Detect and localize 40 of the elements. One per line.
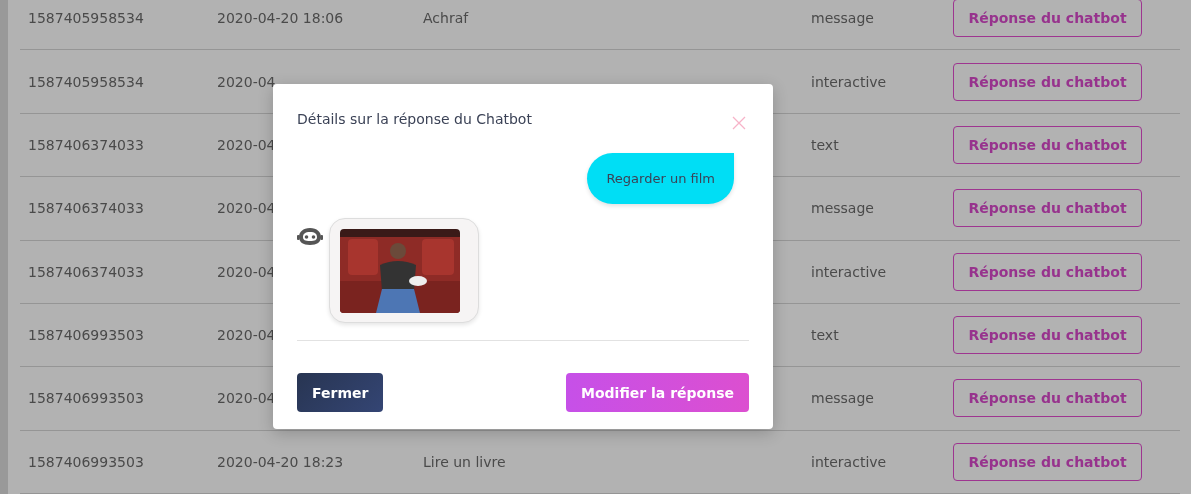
type-cell: interactive bbox=[811, 263, 887, 280]
close-icon[interactable] bbox=[732, 116, 746, 130]
chatbot-response-button[interactable]: Réponse du chatbot bbox=[953, 189, 1142, 228]
text-cell: Achraf bbox=[423, 10, 469, 27]
date-cell: 2020-04-20 18:06 bbox=[217, 10, 344, 27]
id-cell: 1587406993503 bbox=[28, 327, 144, 344]
chatbot-response-button[interactable]: Réponse du chatbot bbox=[953, 252, 1142, 291]
date-cell: 2020-04 bbox=[217, 327, 276, 344]
id-cell: 1587406374033 bbox=[28, 200, 144, 217]
type-cell: message bbox=[811, 390, 874, 407]
chatbot-response-button[interactable]: Réponse du chatbot bbox=[953, 62, 1142, 101]
robot-icon bbox=[297, 226, 323, 248]
date-cell: 2020-04 bbox=[217, 73, 276, 90]
user-message: Regarder un film bbox=[587, 153, 734, 204]
date-cell: 2020-04 bbox=[217, 200, 276, 217]
close-button[interactable]: Fermer bbox=[297, 373, 384, 412]
type-cell: message bbox=[811, 10, 874, 27]
modal-title: Détails sur la réponse du Chatbot bbox=[297, 111, 532, 127]
type-cell: text bbox=[811, 136, 839, 153]
type-cell: interactive bbox=[811, 73, 887, 90]
chatbot-response-button[interactable]: Réponse du chatbot bbox=[953, 125, 1142, 164]
chatbot-response-button[interactable]: Réponse du chatbot bbox=[953, 442, 1142, 481]
id-cell: 1587406993503 bbox=[28, 453, 144, 470]
id-cell: 1587406993503 bbox=[28, 390, 144, 407]
id-cell: 1587406374033 bbox=[28, 263, 144, 280]
chatbot-response-button[interactable]: Réponse du chatbot bbox=[953, 0, 1142, 38]
date-cell: 2020-04-20 18:23 bbox=[217, 453, 344, 470]
id-cell: 1587406374033 bbox=[28, 136, 144, 153]
chatbot-response-button[interactable]: Réponse du chatbot bbox=[953, 316, 1142, 355]
date-cell: 2020-04 bbox=[217, 263, 276, 280]
type-cell: interactive bbox=[811, 453, 887, 470]
date-cell: 2020-04 bbox=[217, 390, 276, 407]
text-cell: Lire un livre bbox=[423, 453, 506, 470]
id-cell: 1587405958534 bbox=[28, 10, 144, 27]
chatbot-response-button[interactable]: Réponse du chatbot bbox=[953, 379, 1142, 418]
date-cell: 2020-04 bbox=[217, 136, 276, 153]
type-cell: text bbox=[811, 327, 839, 344]
edit-response-button[interactable]: Modifier la réponse bbox=[566, 373, 749, 412]
id-cell: 1587405958534 bbox=[28, 73, 144, 90]
type-cell: message bbox=[811, 200, 874, 217]
